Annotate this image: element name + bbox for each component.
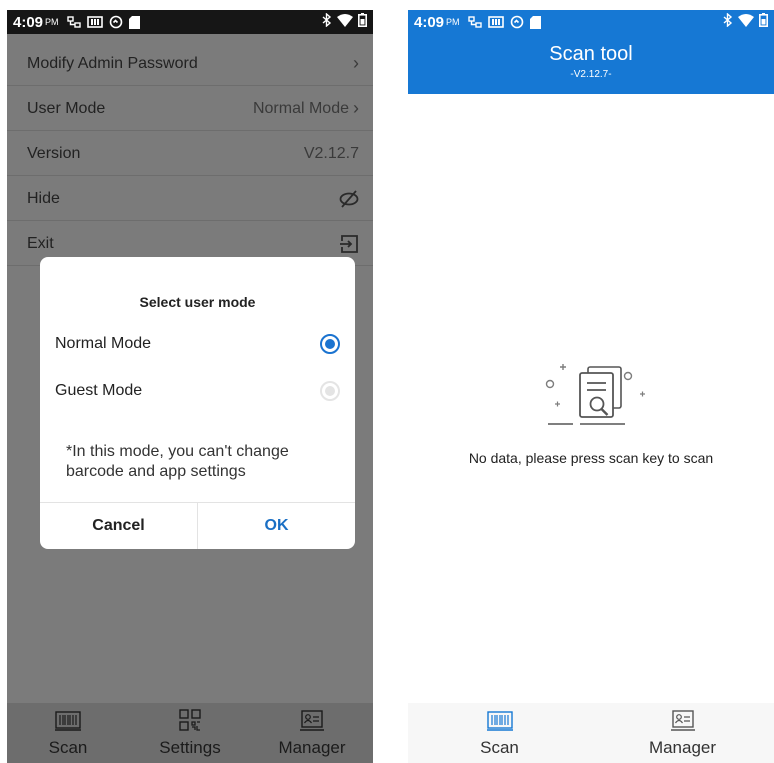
qr-code-icon (179, 708, 201, 736)
user-mode-dialog: Select user mode Normal Mode Guest Mode … (40, 257, 355, 549)
nav-label: Scan (48, 737, 88, 757)
status-time: 4:09 (414, 13, 445, 31)
sim-icon (487, 16, 504, 28)
battery-icon (358, 13, 368, 31)
sync-icon (510, 15, 524, 29)
status-time: 4:09 (13, 13, 44, 31)
chevron-right-icon: › (353, 98, 359, 118)
nav-label: Manager (648, 737, 717, 757)
nav-label: Settings (159, 737, 221, 757)
bluetooth-icon (723, 12, 733, 31)
status-ampm: PM (45, 17, 59, 27)
scan-screen: 4:09 PM Scan tool -V2.12.7- No data, ple… (408, 10, 774, 763)
row-label: Hide (27, 189, 60, 207)
option-label: Guest Mode (55, 382, 143, 399)
status-bar: 4:09 PM (408, 10, 774, 34)
row-label: User Mode (27, 99, 106, 117)
radio-guest-mode[interactable] (320, 381, 340, 401)
row-version: Version V2.12.7 (7, 132, 373, 176)
dialog-actions: Cancel OK (40, 502, 355, 549)
option-normal-mode[interactable]: Normal Mode (55, 331, 340, 357)
mode-note: *In this mode, you can't change barcode … (66, 443, 289, 480)
app-header: 4:09 PM Scan tool -V2.12.7- (408, 10, 774, 94)
cancel-button[interactable]: Cancel (40, 503, 198, 549)
manager-card-icon (670, 709, 695, 736)
row-hide[interactable]: Hide (7, 177, 373, 221)
option-guest-mode[interactable]: Guest Mode (55, 378, 340, 404)
network-icon (66, 16, 81, 28)
dialog-title: Select user mode (139, 294, 256, 310)
barcode-icon (486, 709, 513, 736)
row-value: V2.12.7 (303, 144, 359, 162)
sd-card-icon (529, 15, 541, 29)
radio-normal-mode[interactable] (320, 334, 340, 354)
app-version: -V2.12.7- (570, 69, 612, 80)
nav-settings[interactable]: Settings (129, 703, 251, 763)
row-label: Modify Admin Password (27, 54, 198, 72)
settings-screen: 4:09 PM Modify Admin Password › User Mod… (7, 10, 373, 763)
nav-manager[interactable]: Manager (591, 703, 774, 763)
app-title: Scan tool (549, 43, 633, 65)
nav-label: Scan (480, 737, 519, 757)
bluetooth-icon (322, 12, 332, 31)
sync-icon (109, 15, 123, 29)
nav-label: Manager (278, 737, 346, 757)
row-value: Normal Mode (252, 99, 349, 117)
nav-scan[interactable]: Scan (408, 703, 591, 763)
network-icon (467, 16, 482, 28)
chevron-right-icon: › (353, 53, 359, 73)
row-label: Version (27, 144, 81, 162)
empty-document-icon (540, 357, 660, 442)
wifi-icon (337, 13, 353, 31)
status-bar: 4:09 PM (7, 10, 373, 34)
wifi-icon (738, 13, 754, 31)
status-ampm: PM (446, 17, 460, 27)
barcode-icon (55, 709, 81, 736)
bottom-nav: Scan Settings Manager (7, 703, 373, 763)
sd-card-icon (128, 15, 140, 29)
row-modify-admin-password[interactable]: Modify Admin Password › (7, 42, 373, 86)
option-label: Normal Mode (55, 335, 152, 352)
row-label: Exit (27, 234, 54, 252)
battery-icon (759, 13, 769, 31)
empty-state-text: No data, please press scan key to scan (468, 450, 714, 466)
nav-manager[interactable]: Manager (251, 703, 373, 763)
manager-card-icon (300, 709, 324, 736)
ok-button[interactable]: OK (198, 503, 355, 549)
nav-scan[interactable]: Scan (7, 703, 129, 763)
bottom-nav: Scan Manager (408, 703, 774, 763)
eye-off-icon (339, 189, 359, 208)
exit-icon (339, 234, 359, 254)
row-user-mode[interactable]: User Mode Normal Mode › (7, 87, 373, 131)
sim-icon (86, 16, 103, 28)
